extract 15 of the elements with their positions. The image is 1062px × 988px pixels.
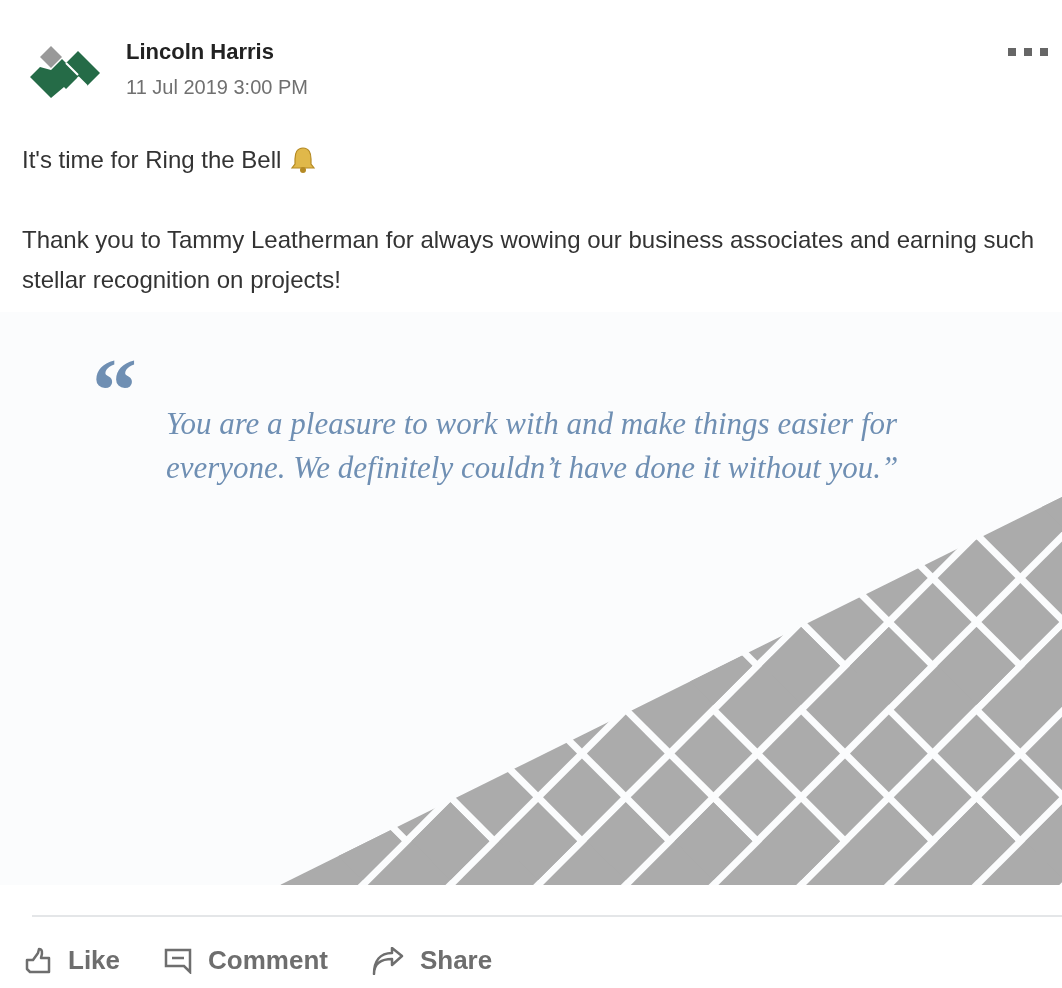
quote-mark: “ bbox=[92, 346, 137, 436]
share-icon bbox=[371, 946, 404, 975]
post-timestamp: 11 Jul 2019 3:00 PM bbox=[126, 75, 308, 100]
author-name[interactable]: Lincoln Harris bbox=[126, 38, 308, 66]
logo-icon bbox=[30, 46, 102, 98]
post-text: Thank you to Tammy Leatherman for always wowing our business associates and earning such stellar recognition on projects! bbox=[22, 226, 1035, 293]
like-button[interactable]: Like bbox=[24, 941, 121, 980]
share-button[interactable]: Share bbox=[371, 941, 493, 980]
comment-icon bbox=[164, 947, 193, 974]
bell-icon bbox=[289, 146, 318, 174]
thumbs-up-icon bbox=[24, 946, 52, 975]
post-text: It's time for Ring the Bell bbox=[22, 145, 282, 175]
comment-button[interactable]: Comment bbox=[164, 941, 328, 980]
quote-text: You are a pleasure to work with and make things easier for everyone. We definitely couldn’t have done it without you.” bbox=[166, 405, 900, 487]
more-icon bbox=[1008, 47, 1048, 58]
